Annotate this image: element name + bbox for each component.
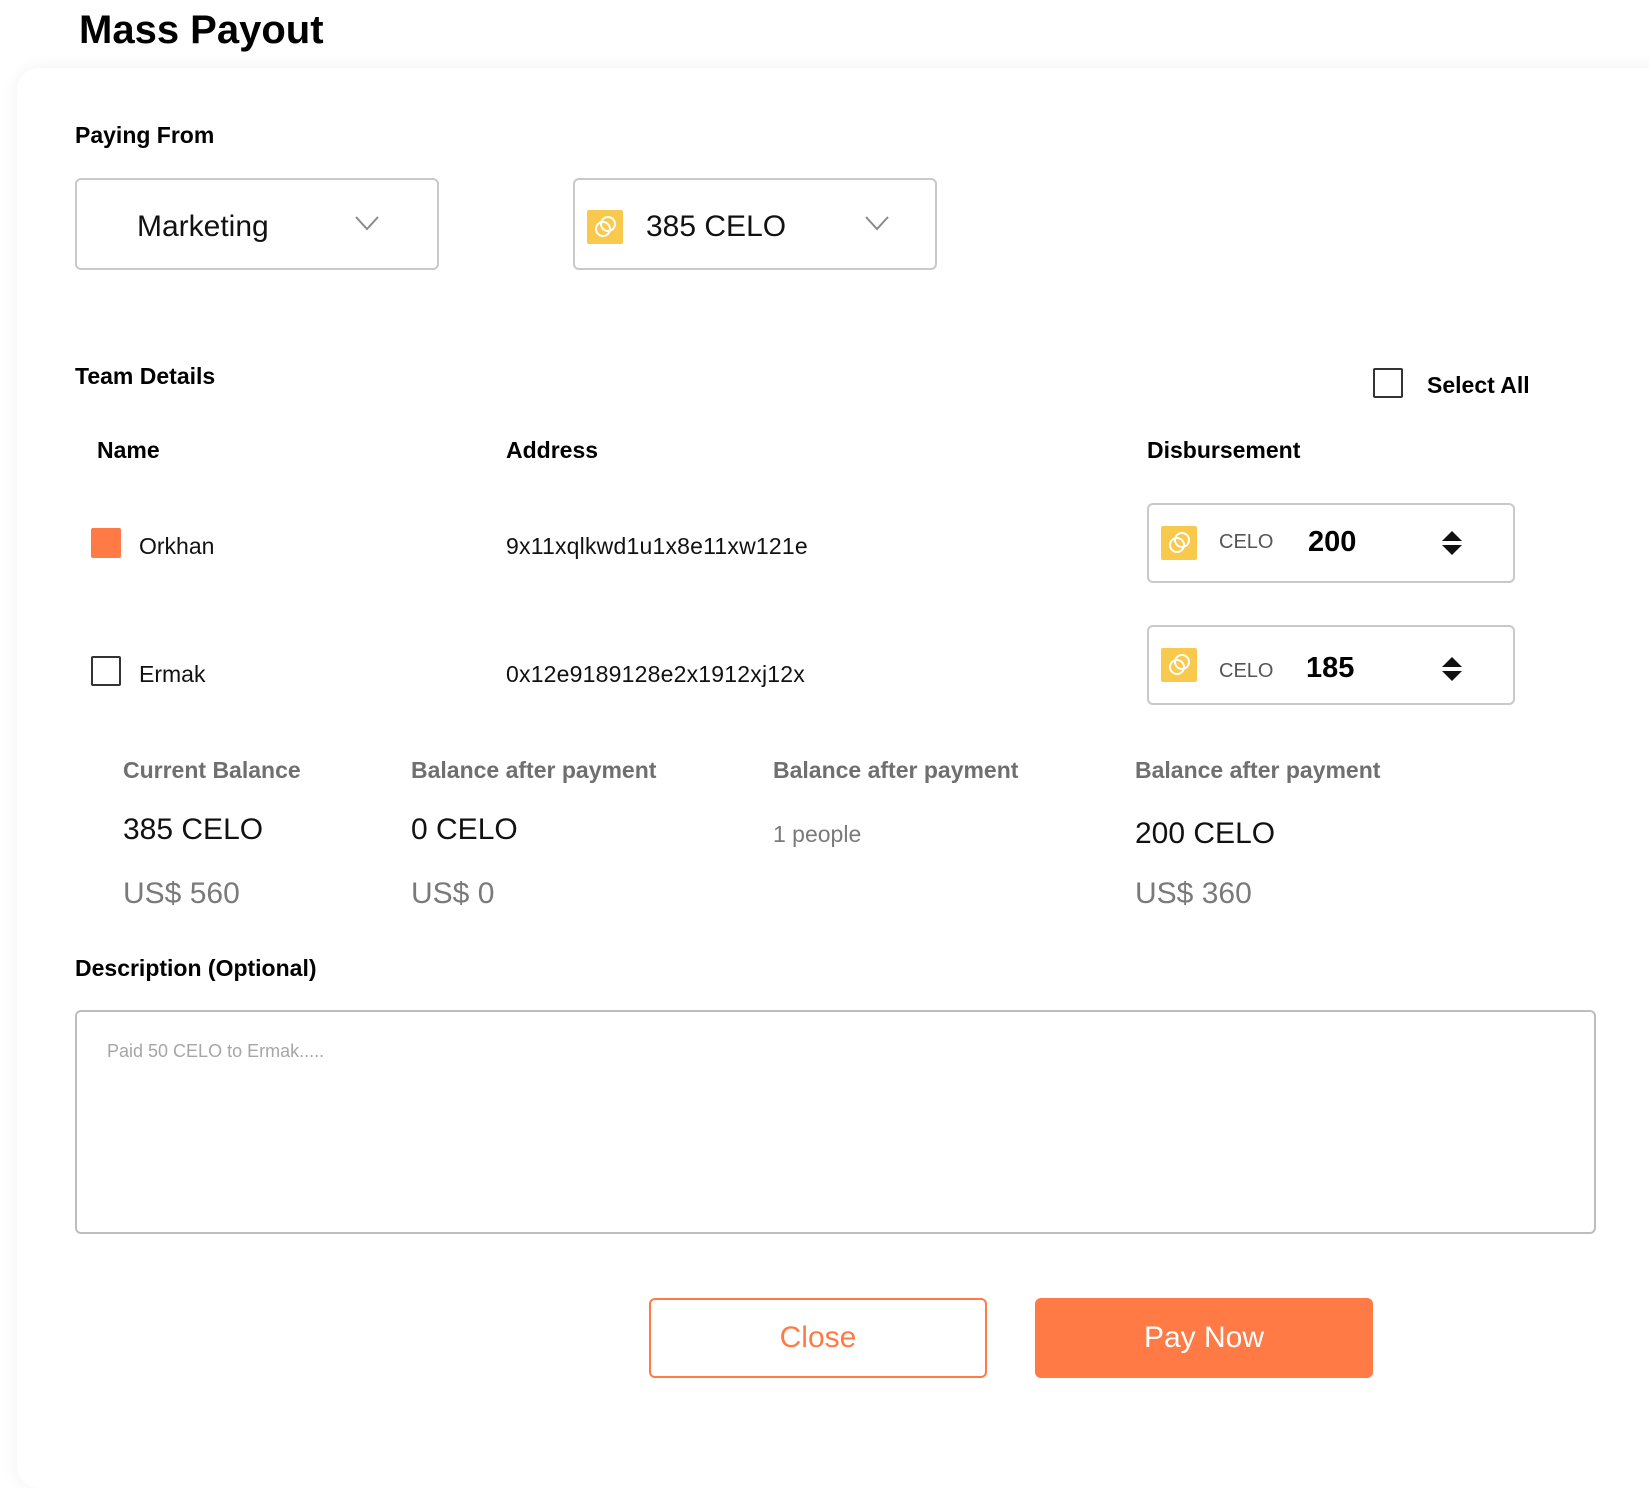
celo-coin-icon <box>1161 526 1197 560</box>
member-checkbox[interactable] <box>91 656 121 686</box>
balance-after-value: 200 CELO <box>1135 817 1276 850</box>
chevron-down-icon <box>355 216 379 231</box>
current-balance-label: Current Balance <box>123 757 301 783</box>
description-input[interactable] <box>75 1010 1596 1234</box>
amount-value: 200 <box>1308 526 1357 558</box>
balance-after-label: Balance after payment <box>1135 757 1381 783</box>
balance-after-usd: US$ 360 <box>1135 877 1252 910</box>
disbursement-amount-field[interactable]: CELO 200 <box>1147 503 1515 583</box>
member-address: 9x11xqlkwd1u1x8e11xw121e <box>506 533 808 559</box>
select-all-label: Select All <box>1427 372 1530 398</box>
team-details-title: Team Details <box>75 363 216 389</box>
member-address: 0x12e9189128e2x1912xj12x <box>506 661 805 687</box>
column-header-disbursement: Disbursement <box>1147 437 1301 463</box>
balance-after-label: Balance after payment <box>773 757 1019 783</box>
amount-value: 185 <box>1306 652 1355 684</box>
pay-now-button[interactable]: Pay Now <box>1035 1298 1373 1378</box>
current-balance-value: 385 CELO <box>123 813 264 846</box>
member-name: Ermak <box>139 661 206 687</box>
balance-select[interactable]: 385 CELO <box>573 178 937 270</box>
current-balance-usd: US$ 560 <box>123 877 240 910</box>
column-header-name: Name <box>97 437 160 463</box>
balance-select-value: 385 CELO <box>646 210 787 243</box>
paying-from-label: Paying From <box>75 122 215 148</box>
member-name: Orkhan <box>139 533 215 559</box>
select-all-checkbox[interactable] <box>1373 368 1403 398</box>
page-title: Mass Payout <box>79 8 324 52</box>
account-select-value: Marketing <box>137 210 269 243</box>
celo-coin-icon <box>1161 648 1197 682</box>
chevron-down-icon <box>865 216 889 231</box>
column-header-address: Address <box>506 437 599 463</box>
account-select[interactable]: Marketing <box>75 178 439 270</box>
balance-after-usd: US$ 0 <box>411 877 495 910</box>
member-checkbox[interactable] <box>91 528 121 558</box>
amount-unit: CELO <box>1219 660 1274 682</box>
balance-after-value: 0 CELO <box>411 813 518 846</box>
sort-stepper-icon[interactable] <box>1441 529 1463 557</box>
description-label: Description (Optional) <box>75 955 317 981</box>
amount-unit: CELO <box>1219 531 1274 553</box>
balance-after-label: Balance after payment <box>411 757 657 783</box>
disbursement-amount-field[interactable]: CELO 185 <box>1147 625 1515 705</box>
sort-stepper-icon[interactable] <box>1441 655 1463 683</box>
celo-coin-icon <box>587 210 623 244</box>
close-button[interactable]: Close <box>649 1298 987 1378</box>
people-count: 1 people <box>773 821 862 847</box>
